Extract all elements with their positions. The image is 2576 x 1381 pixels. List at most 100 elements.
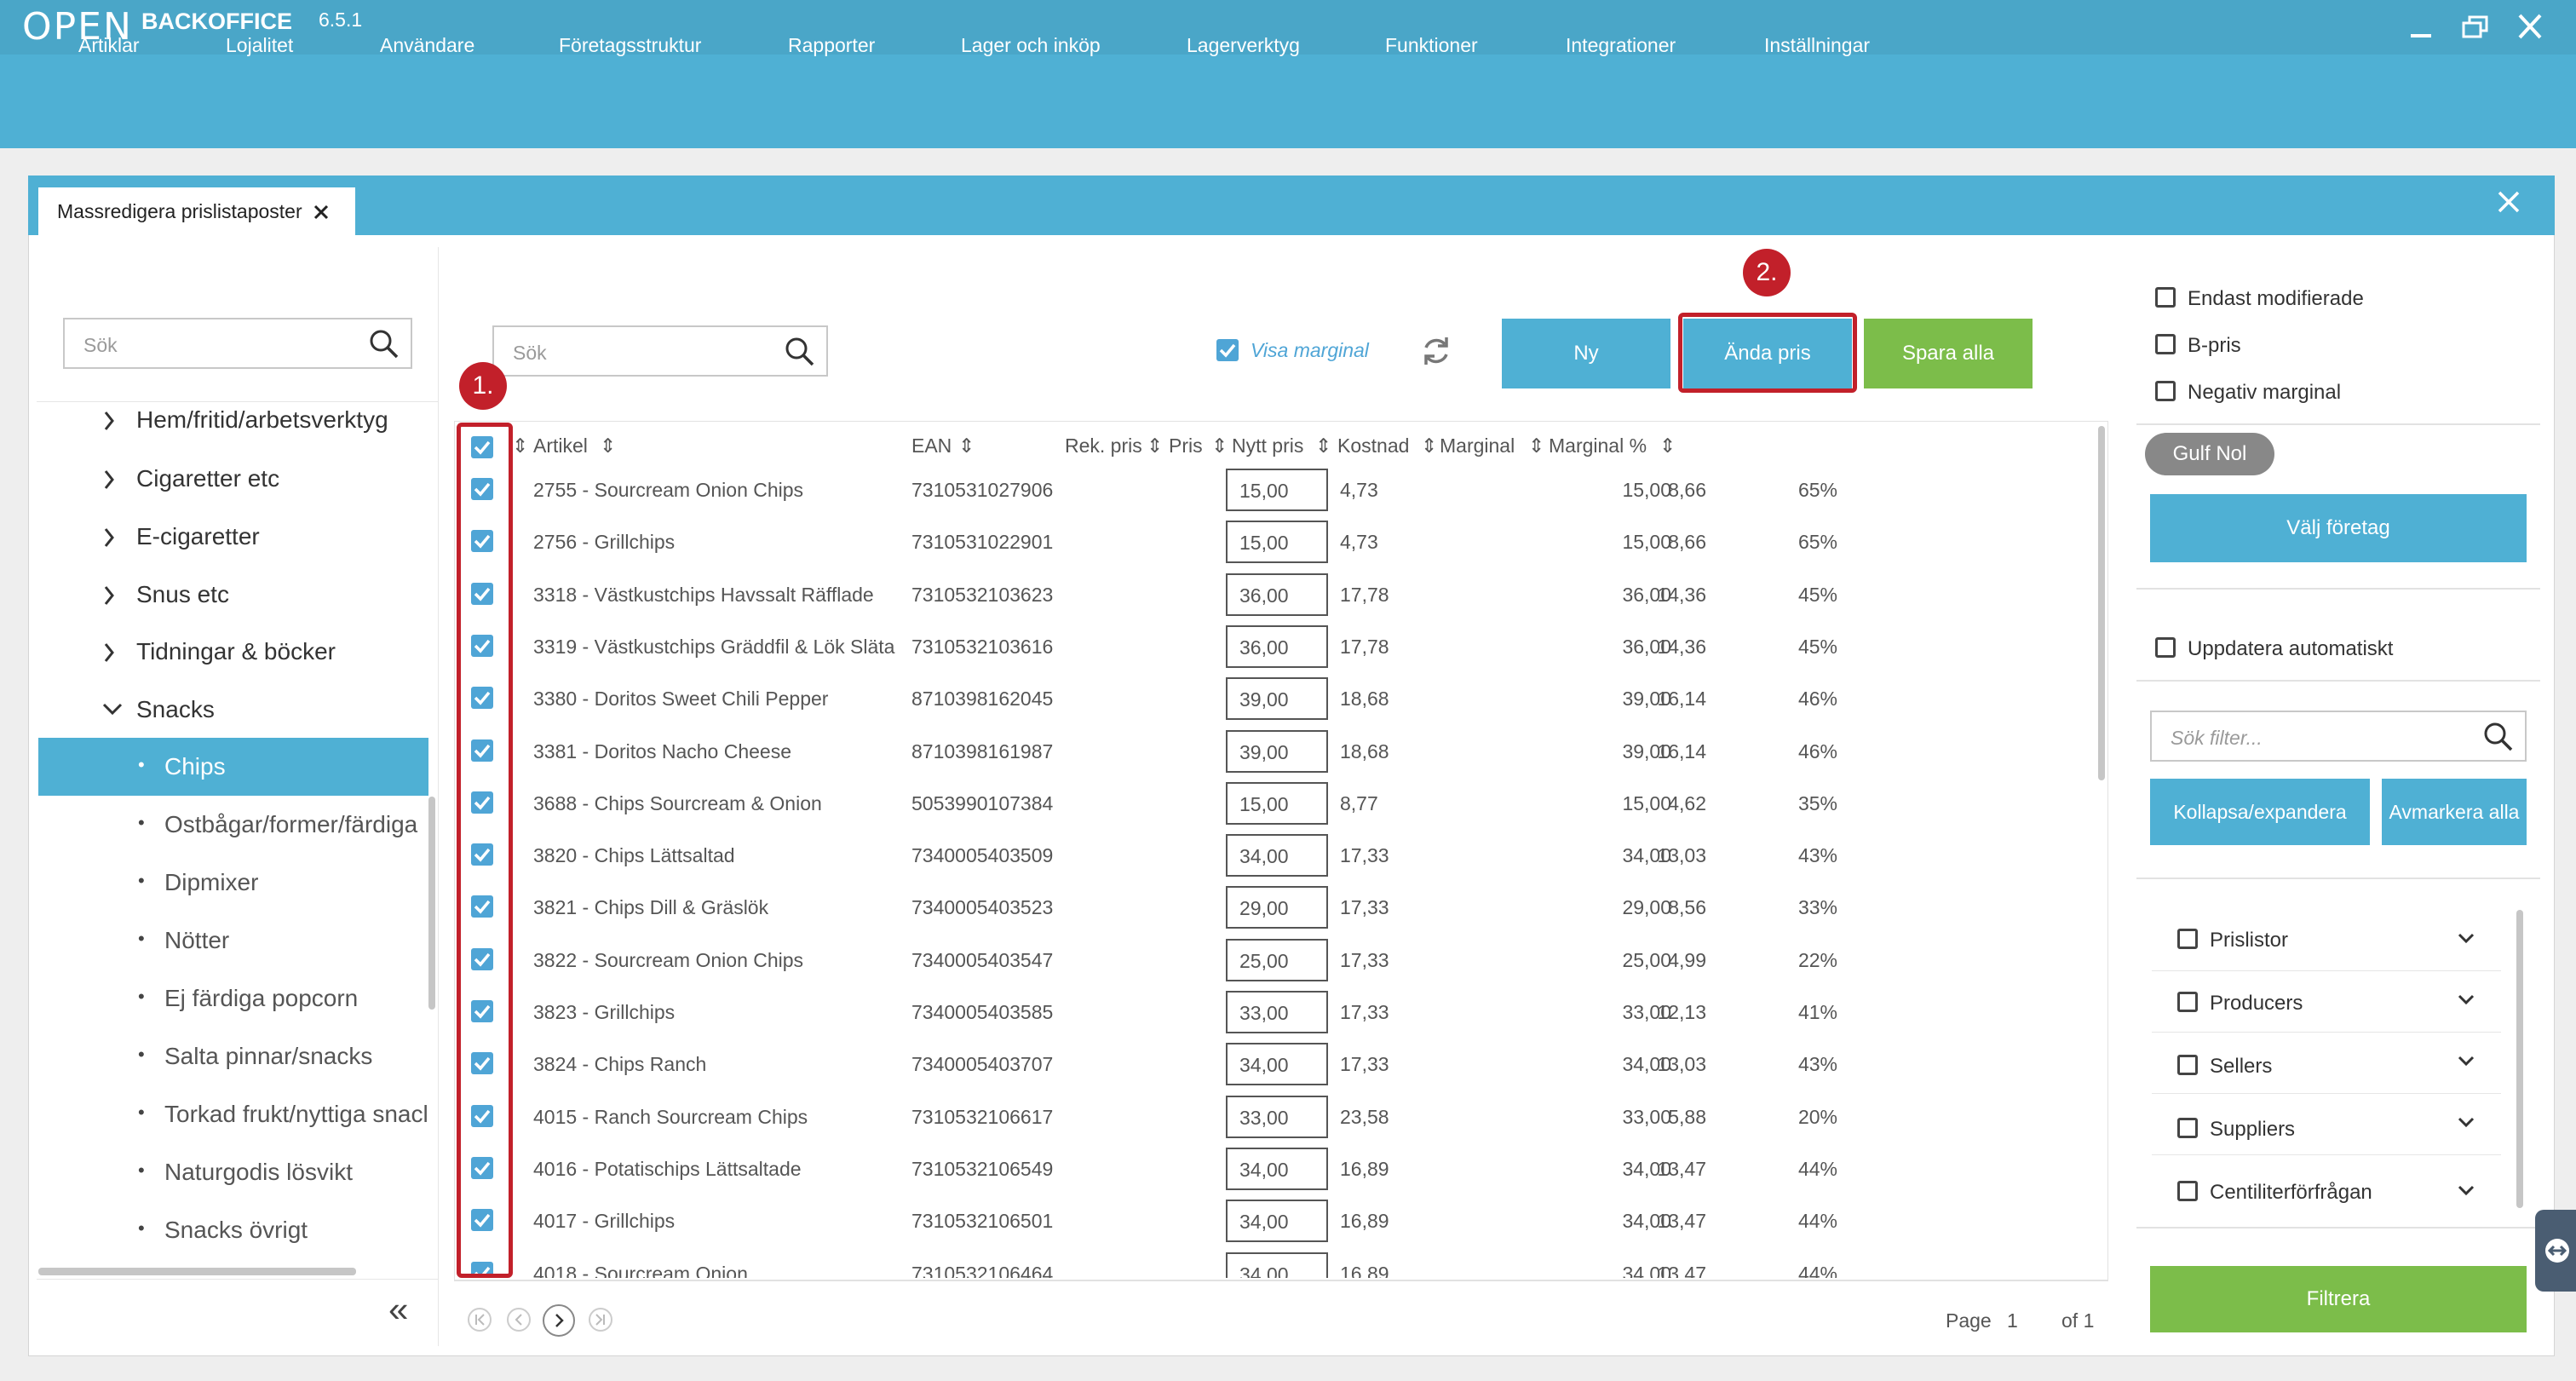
nytt-pris-input[interactable]: 34,00 [1226,1200,1328,1243]
negativ-marginal-label[interactable]: Negativ marginal [2188,381,2341,405]
uppdatera-automatiskt-checkbox[interactable] [2155,637,2176,658]
menu-lager-och-inkop[interactable]: Lager och inköp [961,34,1101,57]
chevron-right-icon[interactable] [101,522,118,560]
menu-lojalitet[interactable]: Lojalitet [226,34,293,57]
prev-page-icon[interactable] [506,1307,532,1337]
filter-producers[interactable]: Producers [2152,971,2501,1033]
chevron-down-icon[interactable] [2457,990,2475,1009]
collapse-panel-icon[interactable]: « [388,1288,408,1331]
chevron-down-icon[interactable] [2457,1051,2475,1070]
col-marginal[interactable]: Marginal [1440,434,1515,457]
tree-item-snus[interactable]: Snus etc [136,581,229,608]
filter-list-scrollbar[interactable] [2516,910,2523,1208]
col-rek-pris[interactable]: Rek. pris [1065,434,1142,457]
col-kostnad[interactable]: Kostnad [1337,434,1409,457]
sort-icon[interactable]: ⇕ [1528,434,1544,457]
col-ean[interactable]: EAN [911,434,952,457]
nytt-pris-input[interactable]: 36,00 [1226,624,1328,668]
sort-icon[interactable]: ⇕ [1659,434,1676,457]
menu-anvandare[interactable]: Användare [380,34,474,57]
sort-icon[interactable]: ⇕ [1315,434,1331,457]
table-row[interactable]: 3821 - Chips Dill & Gräslök 7340005403523… [454,884,2094,936]
menu-installningar[interactable]: Inställningar [1764,34,1870,57]
next-page-icon[interactable] [542,1303,576,1342]
col-nytt-pris[interactable]: Nytt pris [1232,434,1303,457]
nytt-pris-input[interactable]: 25,00 [1226,938,1328,981]
endast-modifierade-label[interactable]: Endast modifierade [2188,287,2364,311]
sort-icon[interactable]: ⇕ [1421,434,1437,457]
chevron-right-icon[interactable] [101,464,118,502]
tree-item-snacks-ovrigt[interactable]: Snacks övrigt [164,1217,308,1244]
nytt-pris-input[interactable]: 39,00 [1226,729,1328,773]
table-row[interactable]: 3822 - Sourcream Onion Chips 734000540354… [454,937,2094,989]
tree-item-naturgodis[interactable]: Naturgodis lösvikt [164,1159,353,1186]
b-pris-label[interactable]: B-pris [2188,334,2241,358]
chevron-down-icon[interactable] [2457,1181,2475,1200]
table-row[interactable]: 4016 - Potatischips Lättsaltade 731053210… [454,1146,2094,1198]
table-row[interactable]: 3824 - Chips Ranch 7340005403707 34,00 34,0… [454,1041,2094,1093]
search-icon[interactable] [368,328,400,360]
minimize-icon[interactable] [2401,9,2441,46]
first-page-icon[interactable] [467,1307,492,1337]
chevron-down-icon[interactable] [101,694,126,732]
table-row[interactable]: 3319 - Västkustchips Gräddfil & Lök Slät… [454,624,2094,676]
tree-item-popcorn[interactable]: Ej färdiga popcorn [164,985,358,1012]
kollapsa-expandera-button[interactable]: Kollapsa/expandera [2150,779,2370,845]
grid-vertical-scrollbar[interactable] [2098,426,2105,780]
tree-item-e-cigaretter[interactable]: E-cigaretter [136,523,260,550]
close-window-icon[interactable] [2510,9,2550,46]
tree-item-dipmixer[interactable]: Dipmixer [164,869,258,896]
chevron-down-icon[interactable] [2457,1113,2475,1131]
last-page-icon[interactable] [588,1307,613,1337]
filter-centiliterforfragan[interactable]: Centiliterförfrågan [2152,1155,2501,1217]
sort-icon[interactable]: ⇕ [1211,434,1228,457]
pager-current-page[interactable]: 1 [2007,1309,2018,1332]
tree-horizontal-scrollbar[interactable] [38,1268,356,1275]
tree-vertical-scrollbar[interactable] [428,797,435,1010]
nytt-pris-input[interactable]: 34,00 [1226,834,1328,878]
nytt-pris-input[interactable]: 15,00 [1226,781,1328,825]
negativ-marginal-checkbox[interactable] [2155,381,2176,401]
sellers-checkbox[interactable] [2177,1055,2198,1075]
table-row[interactable]: 3688 - Chips Sourcream & Onion 5053990107… [454,780,2094,832]
sort-icon[interactable]: ⇕ [958,434,975,457]
prislistor-checkbox[interactable] [2177,929,2198,949]
search-icon[interactable] [2482,721,2515,753]
col-artikel[interactable]: Artikel [533,434,588,457]
nytt-pris-input[interactable]: 29,00 [1226,886,1328,929]
uppdatera-automatiskt-label[interactable]: Uppdatera automatiskt [2188,637,2393,661]
menu-integrationer[interactable]: Integrationer [1566,34,1676,57]
menu-lagerverktyg[interactable]: Lagerverktyg [1187,34,1300,57]
nytt-pris-input[interactable]: 33,00 [1226,1095,1328,1138]
tree-item-tidningar[interactable]: Tidningar & böcker [136,638,336,665]
menu-foretagsstruktur[interactable]: Företagsstruktur [559,34,701,57]
tree-item-salta-pinnar[interactable]: Salta pinnar/snacks [164,1043,372,1070]
restore-icon[interactable] [2455,9,2496,46]
producers-checkbox[interactable] [2177,992,2198,1012]
nytt-pris-input[interactable]: 15,00 [1226,521,1328,564]
visa-marginal-label[interactable]: Visa marginal [1251,339,1369,362]
grid-search-input[interactable]: Sök [492,325,828,377]
nytt-pris-input[interactable]: 33,00 [1226,991,1328,1033]
col-marginal-procent[interactable]: Marginal % [1549,434,1647,457]
nytt-pris-input[interactable]: 39,00 [1226,677,1328,721]
col-pris[interactable]: Pris [1169,434,1203,457]
chevron-right-icon[interactable] [101,580,118,618]
filtrera-button[interactable]: Filtrera [2150,1266,2527,1332]
tree-item-hem-fritid[interactable]: Hem/fritid/arbetsverktyg [136,406,388,434]
chevron-down-icon[interactable] [2457,929,2475,947]
tree-item-torkad-frukt[interactable]: Torkad frukt/nyttiga snacl [164,1101,430,1128]
nytt-pris-input[interactable]: 15,00 [1226,469,1328,511]
table-row[interactable]: 2755 - Sourcream Onion Chips 731053102790… [454,467,2094,519]
nytt-pris-input[interactable]: 34,00 [1226,1252,1328,1278]
filter-prislistor[interactable]: Prislistor [2152,910,2501,971]
company-chip[interactable]: Gulf Nol [2145,433,2274,475]
search-icon[interactable] [784,336,816,368]
table-row[interactable]: 4018 - Sourcream Onion 7310532106464 34,00… [454,1251,2094,1278]
nytt-pris-input[interactable]: 36,00 [1226,573,1328,616]
table-row[interactable]: 3823 - Grillchips 7340005403585 33,00 33,00… [454,989,2094,1041]
tree-item-ostbagar[interactable]: Ostbågar/former/färdiga [164,811,417,838]
endast-modifierade-checkbox[interactable] [2155,287,2176,308]
tab-massredigera[interactable]: Massredigera prislistaposter [38,187,355,235]
tree-item-notter[interactable]: Nötter [164,927,229,954]
